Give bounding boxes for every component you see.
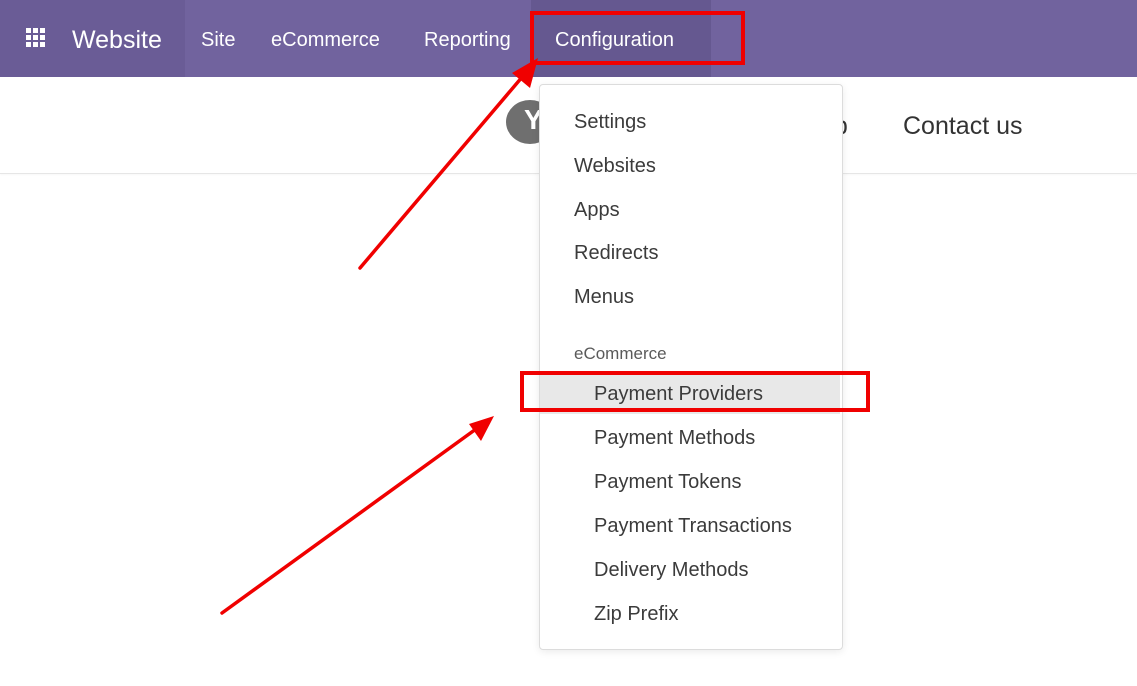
annotation-arrow-to-payment-providers	[220, 416, 494, 615]
annotation-arrows	[220, 58, 538, 615]
annotation-arrow-to-configuration	[358, 58, 538, 270]
